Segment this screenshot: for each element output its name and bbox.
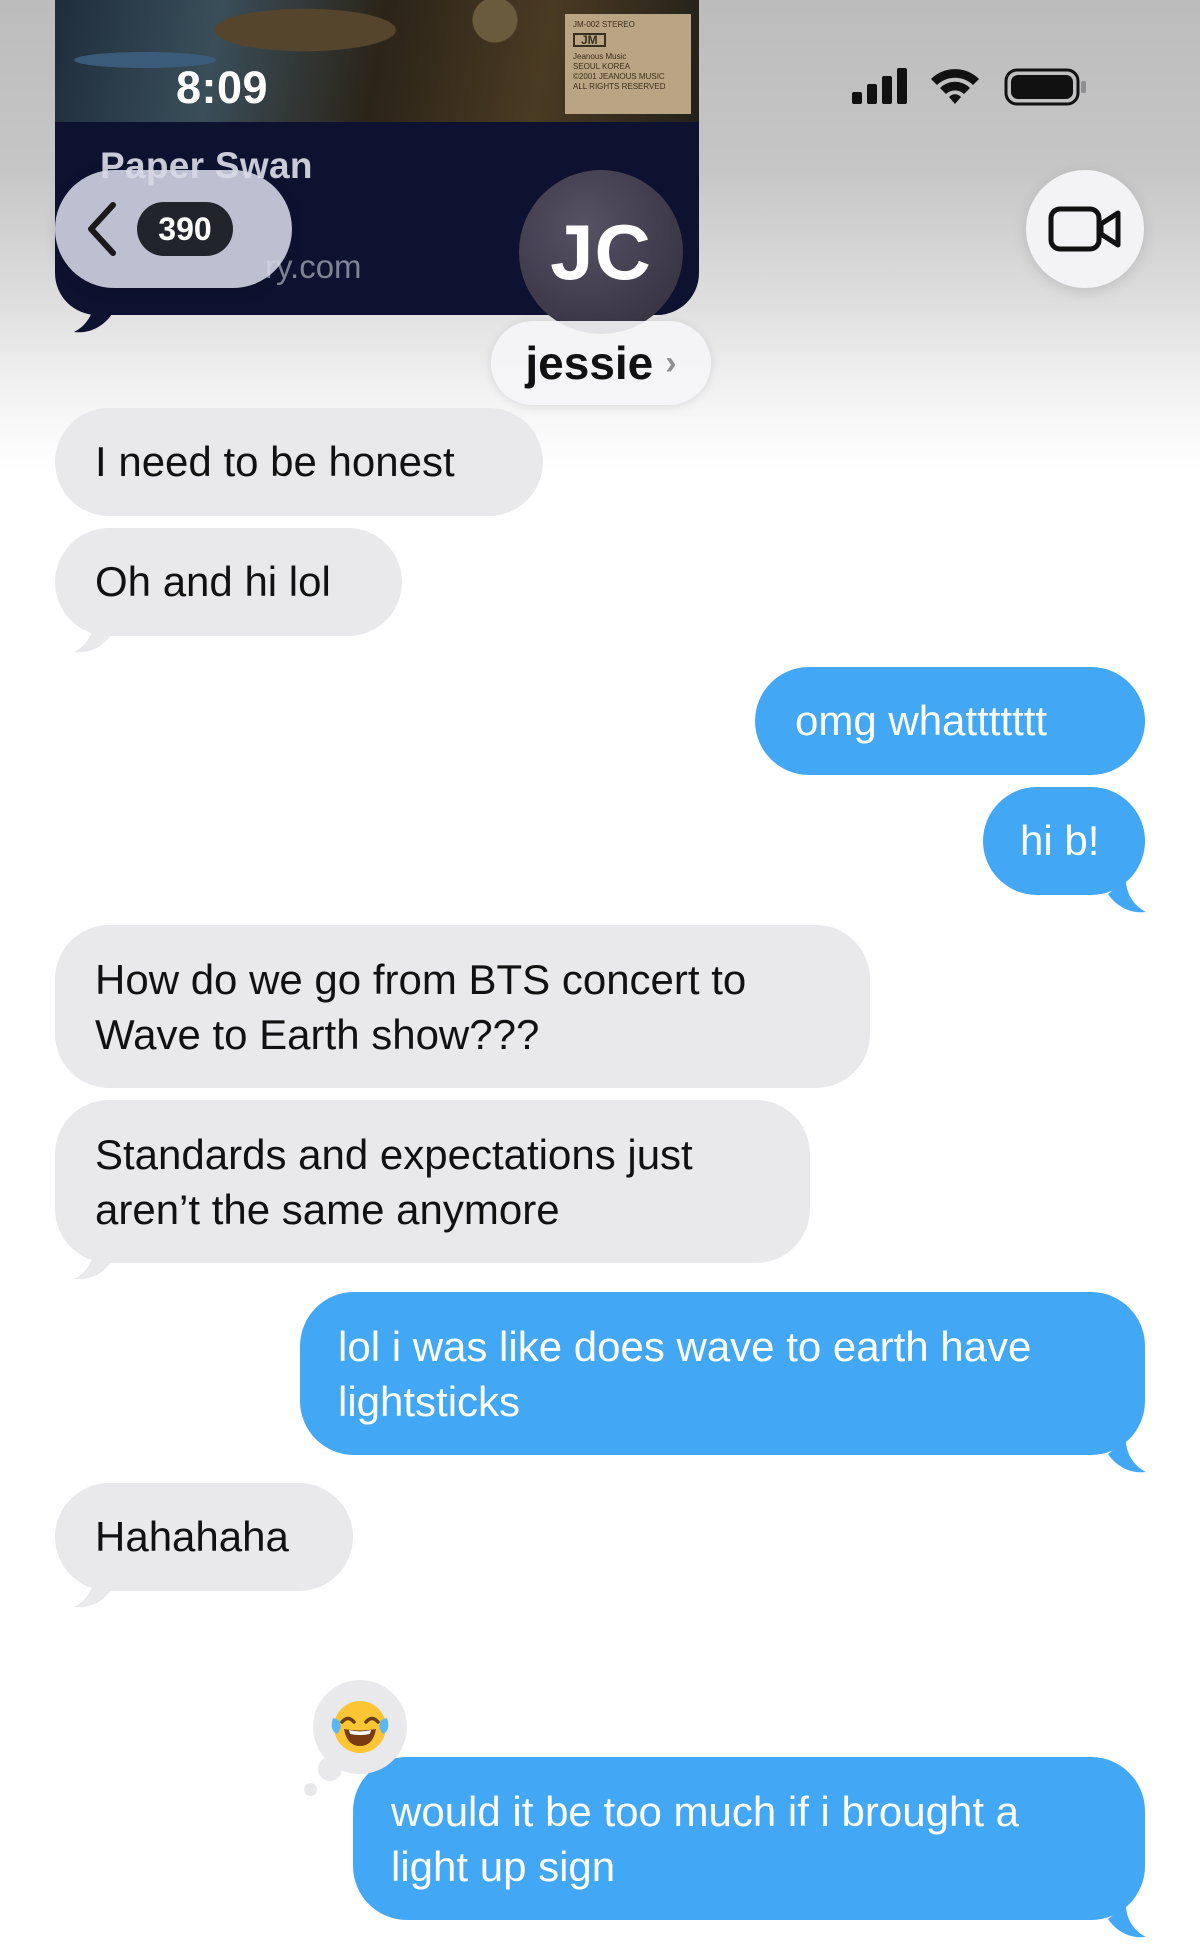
album-label-line: ALL RIGHTS RESERVED xyxy=(573,82,666,91)
contact-name-button[interactable]: jessie › xyxy=(491,321,711,405)
message-text: How do we go from BTS concert to xyxy=(95,956,747,1003)
signal-bars-icon xyxy=(852,66,912,111)
tears-of-joy-emoji-icon xyxy=(331,1701,389,1753)
facetime-video-button[interactable] xyxy=(1026,170,1144,288)
message-text: light up sign xyxy=(391,1843,616,1890)
contact-avatar[interactable]: JC xyxy=(519,170,683,334)
tapback-dot xyxy=(304,1783,317,1796)
message-text: I need to be honest xyxy=(95,438,455,485)
message-text: Standards and expectations just xyxy=(95,1131,693,1178)
album-label-line: ©2001 JEANOUS MUSIC xyxy=(573,72,665,81)
bubble-tail xyxy=(74,620,112,653)
message-bubble-outgoing[interactable]: would it be too much if i brought a ligh… xyxy=(353,1757,1145,1920)
message-text: lol i was like does wave to earth have xyxy=(338,1323,1032,1370)
album-label-line: JM-002 STEREO xyxy=(573,20,635,29)
message-text: hi b! xyxy=(1020,817,1100,864)
album-label: JM-002 STEREO JM Jeanous Music SEOUL KOR… xyxy=(565,14,691,114)
bubble-tail xyxy=(1108,880,1146,913)
bubble-tail xyxy=(74,1575,112,1608)
bubble-tail xyxy=(1108,1905,1146,1938)
battery-icon xyxy=(1004,66,1090,111)
message-bubble-outgoing[interactable]: lol i was like does wave to earth have l… xyxy=(300,1292,1145,1455)
tapback-dot xyxy=(318,1757,342,1781)
chevron-right-icon: › xyxy=(665,343,677,382)
message-bubble-incoming[interactable]: Standards and expectations just aren’t t… xyxy=(55,1100,810,1263)
back-button[interactable]: 390 xyxy=(55,170,292,288)
message-text: aren’t the same anymore xyxy=(95,1186,560,1233)
message-text: Wave to Earth show??? xyxy=(95,1011,540,1058)
bubble-tail xyxy=(74,1247,112,1280)
album-label-line: Jeanous Music xyxy=(573,52,627,61)
message-bubble-incoming[interactable]: I need to be honest xyxy=(55,408,543,516)
status-icons xyxy=(852,66,1092,110)
chevron-left-icon xyxy=(88,202,116,256)
video-camera-icon xyxy=(1048,206,1121,252)
message-text: lightsticks xyxy=(338,1378,521,1425)
bubble-tail xyxy=(1108,1440,1146,1473)
status-time: 8:09 xyxy=(176,62,269,113)
album-label-logo: JM xyxy=(573,33,606,47)
message-text: would it be too much if i brought a xyxy=(391,1788,1020,1835)
message-bubble-outgoing[interactable]: hi b! xyxy=(983,787,1145,895)
unread-count-badge: 390 xyxy=(137,202,233,256)
message-text: omg whattttttt xyxy=(795,697,1048,744)
message-bubble-outgoing[interactable]: omg whattttttt xyxy=(755,667,1145,775)
message-text: Oh and hi lol xyxy=(95,558,331,605)
album-label-line: SEOUL KOREA xyxy=(573,62,631,71)
contact-name: jessie xyxy=(525,337,654,389)
message-bubble-incoming[interactable]: How do we go from BTS concert to Wave to… xyxy=(55,925,870,1088)
wifi-icon xyxy=(928,66,982,111)
message-text: Hahahaha xyxy=(95,1513,289,1560)
bubble-tail xyxy=(74,300,112,333)
